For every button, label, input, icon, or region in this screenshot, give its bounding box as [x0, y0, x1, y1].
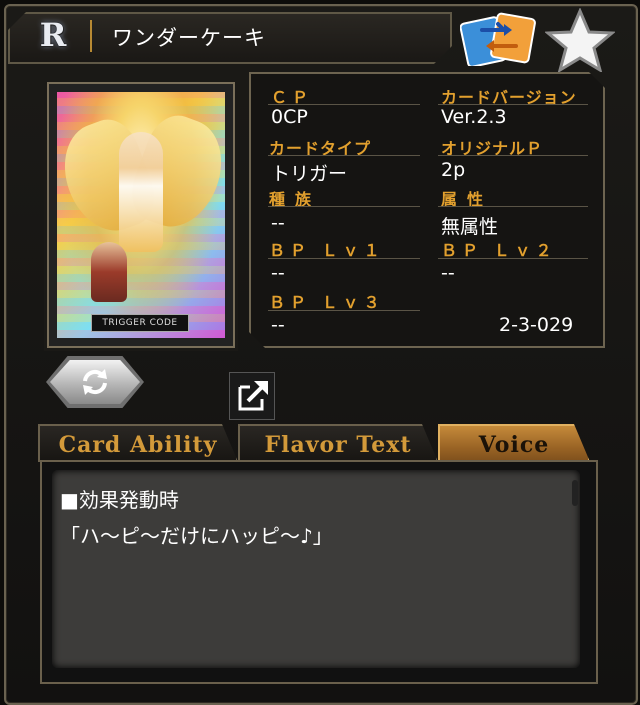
reload-icon	[83, 369, 107, 395]
scrollbar-thumb[interactable]	[572, 480, 578, 506]
cp-underline	[268, 104, 420, 105]
tab-flavor-text[interactable]: Flavor Text	[238, 424, 438, 462]
card-name: ワンダーケーキ	[112, 26, 266, 50]
swap-cards-icon	[459, 12, 536, 68]
rarity-badge: R	[39, 16, 67, 54]
type-underline	[268, 155, 420, 156]
voice-text-area[interactable]: ■効果発動時 「ハ～ピ～だけにハッピ～♪」	[52, 470, 580, 668]
star-icon	[544, 7, 616, 74]
race-underline	[268, 206, 420, 207]
bp2-value: --	[441, 262, 455, 284]
version-value: Ver.2.3	[441, 106, 507, 128]
voice-trigger-line: ■効果発動時	[60, 488, 179, 512]
tab-content-box: ■効果発動時 「ハ～ピ～だけにハッピ～♪」	[40, 460, 598, 684]
bp1-underline	[268, 258, 420, 259]
type-value: トリガー	[271, 163, 348, 185]
bp1-value: --	[271, 262, 285, 284]
tab-card-ability[interactable]: Card Ability	[38, 424, 238, 462]
card-number: 2-3-029	[499, 314, 574, 336]
version-underline	[438, 104, 588, 105]
voice-quote-line: 「ハ～ピ～だけにハッピ～♪」	[60, 524, 333, 548]
attribute-value: 無属性	[441, 216, 499, 238]
card-image-frame: TRIGGER CODE	[47, 82, 275, 420]
bp2-underline	[438, 258, 588, 259]
original-underline	[438, 155, 588, 156]
original-value: 2p	[441, 159, 466, 181]
header-divider	[90, 20, 92, 52]
favorite-button[interactable]	[544, 7, 616, 74]
bp3-underline	[268, 310, 420, 311]
trigger-code-tag: TRIGGER CODE	[91, 314, 189, 332]
bp3-value: --	[271, 314, 285, 336]
attribute-underline	[438, 206, 588, 207]
race-value: --	[271, 212, 285, 234]
artwork-sub-figure	[91, 242, 127, 302]
expand-icon	[238, 381, 268, 411]
expand-card-button[interactable]	[229, 372, 275, 420]
swap-cards-button[interactable]	[459, 10, 538, 68]
card-artwork: TRIGGER CODE	[57, 92, 225, 338]
tab-voice[interactable]: Voice	[438, 424, 590, 462]
cp-value: 0CP	[271, 106, 308, 128]
artwork-main-figure	[119, 132, 163, 252]
